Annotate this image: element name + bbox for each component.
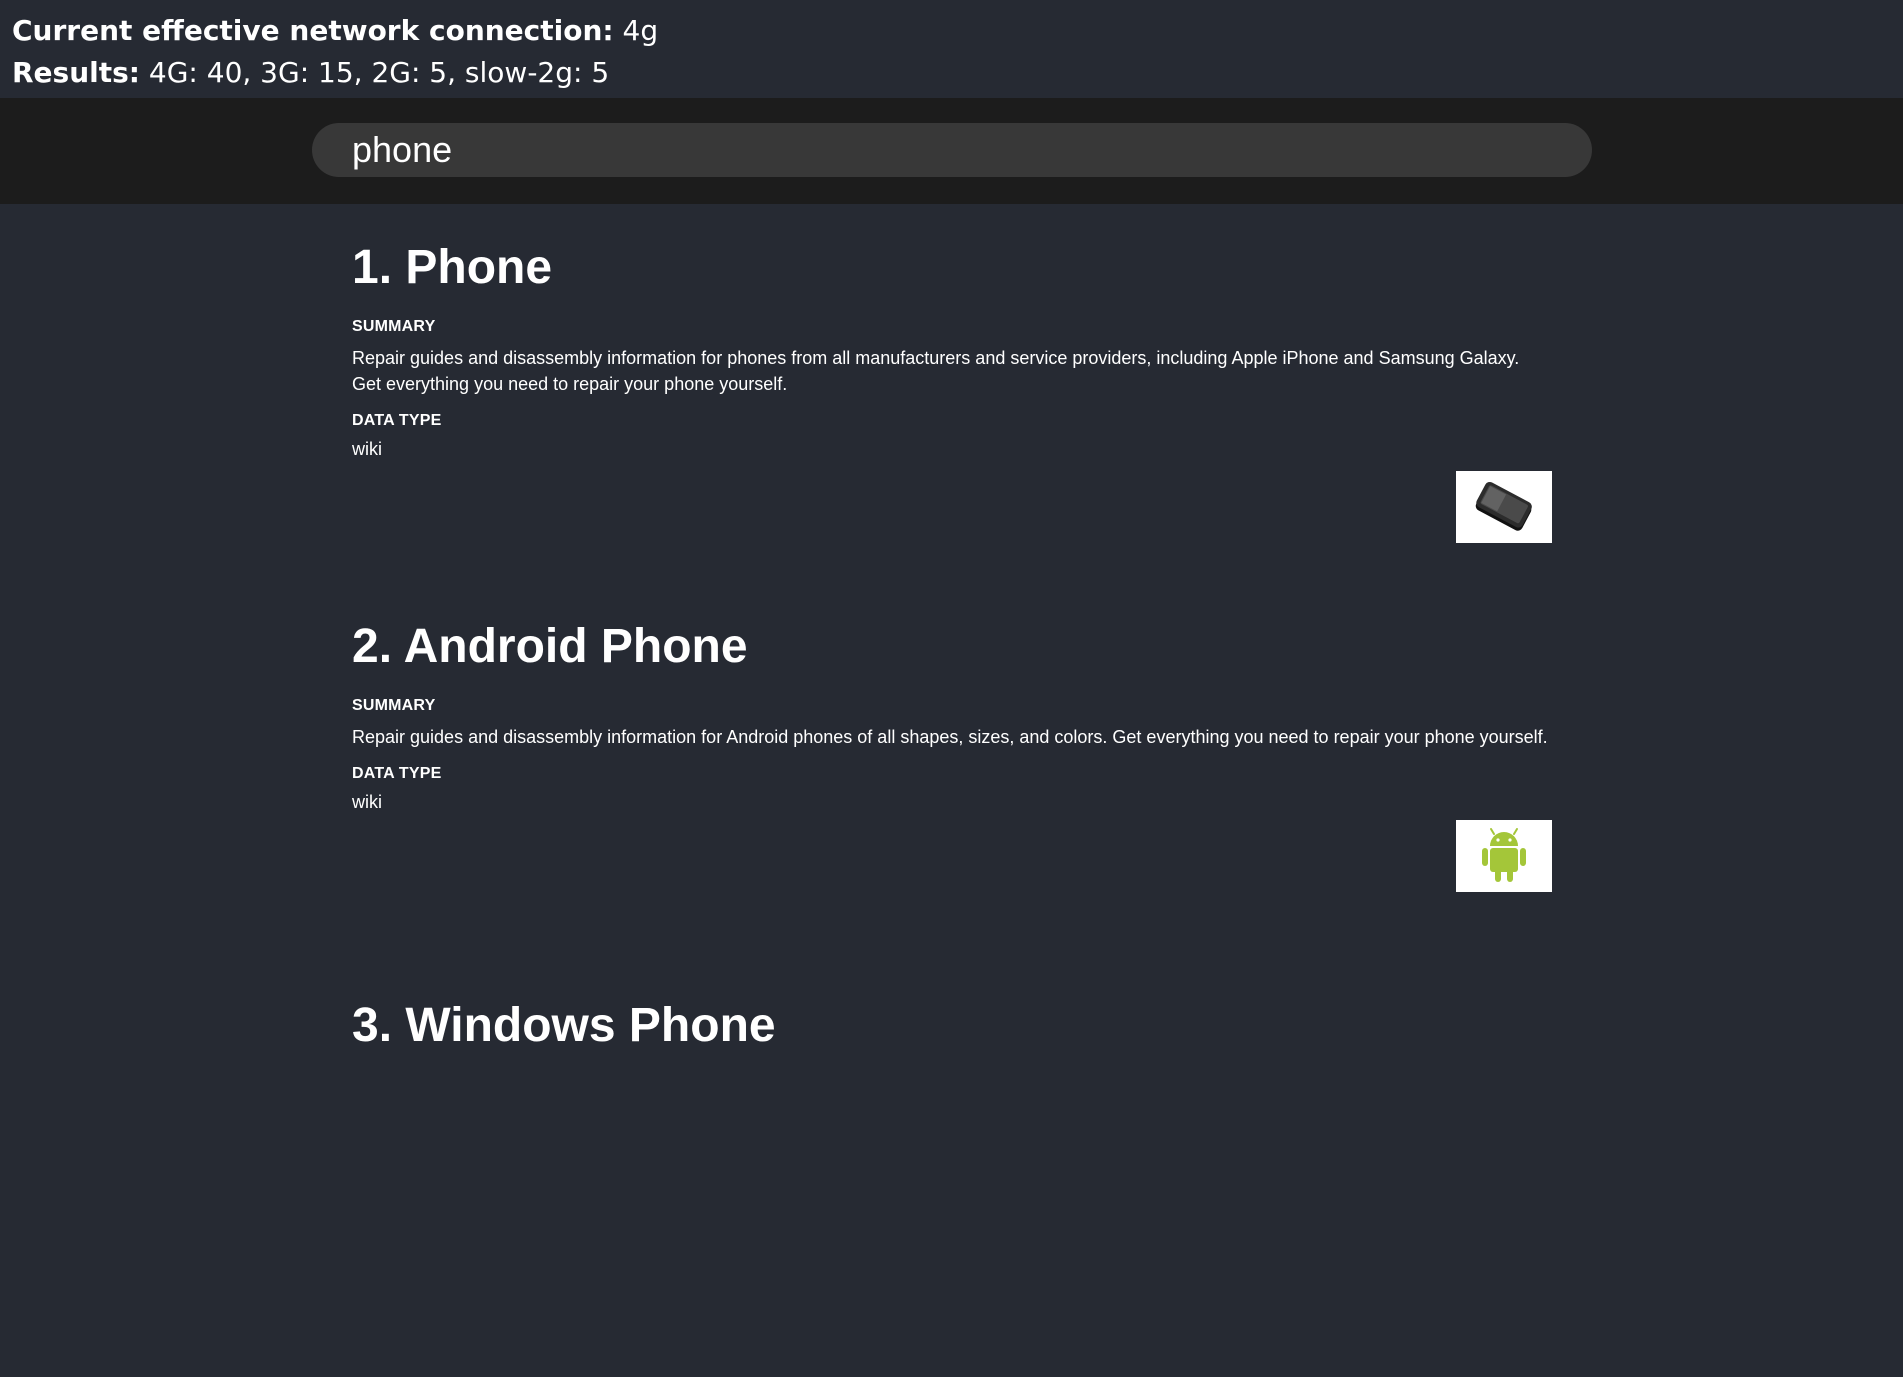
results-value: 4G: 40, 3G: 15, 2G: 5, slow-2g: 5 [148, 56, 610, 89]
connection-status: Current effective network connection: 4g [12, 10, 1891, 52]
connection-label: Current effective network connection: [12, 14, 614, 47]
result-thumbnail[interactable] [1456, 471, 1552, 543]
result-title[interactable]: 3. Windows Phone [352, 998, 1552, 1054]
result-item: 3. Windows Phone [352, 998, 1552, 1377]
result-title[interactable]: 1. Phone [352, 240, 1552, 296]
network-status-bar: Current effective network connection: 4g… [0, 0, 1903, 98]
summary-label: SUMMARY [352, 697, 436, 714]
data-type-value: wiki [352, 439, 382, 459]
search-bar [0, 98, 1903, 204]
data-type-label: DATA TYPE [352, 412, 442, 429]
summary-text: Repair guides and disassembly informatio… [352, 348, 1520, 394]
result-item: 2. Android Phone SUMMARY Repair guides a… [352, 619, 1552, 998]
connection-value: 4g [622, 14, 659, 47]
data-type-value: wiki [352, 792, 382, 812]
summary-text: Repair guides and disassembly informatio… [352, 727, 1548, 747]
results-label: Results: [12, 56, 140, 89]
search-input[interactable] [312, 123, 1592, 177]
result-thumbnail[interactable] [1456, 820, 1552, 892]
data-type-label: DATA TYPE [352, 765, 442, 782]
results-list: 1. Phone SUMMARY Repair guides and disas… [352, 240, 1552, 1377]
result-title[interactable]: 2. Android Phone [352, 619, 1552, 675]
summary-label: SUMMARY [352, 318, 436, 335]
smartphone-icon [1475, 481, 1532, 531]
results-status: Results: 4G: 40, 3G: 15, 2G: 5, slow-2g:… [12, 52, 1891, 94]
result-item: 1. Phone SUMMARY Repair guides and disas… [352, 240, 1552, 619]
android-robot-icon [1482, 828, 1526, 882]
